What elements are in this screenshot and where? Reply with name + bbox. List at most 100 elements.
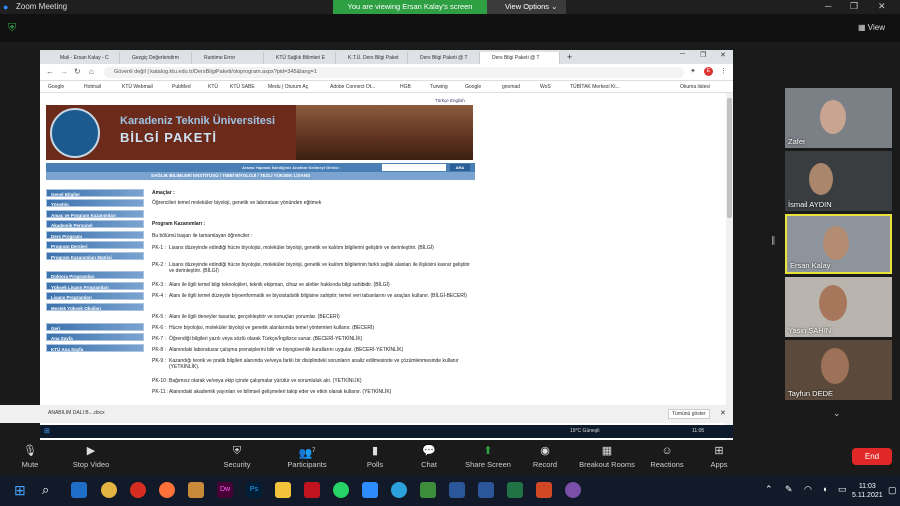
new-tab-icon[interactable]: + [567, 52, 572, 62]
end-meeting-button[interactable]: End [852, 448, 892, 465]
bookmark[interactable]: Medu | Oturum Aç [268, 84, 308, 90]
browser-tab[interactable]: Ders Bilgi Paketi @ T [408, 52, 480, 64]
maximize-icon[interactable]: ❐ [850, 1, 858, 12]
url-input[interactable]: Güvenli değil | katalog.ktu.edu.tr/DersB… [104, 67, 684, 78]
shield-icon[interactable]: ⛨ [8, 22, 16, 35]
notifications-icon[interactable]: ▢ [888, 485, 897, 496]
page-scrollbar[interactable] [726, 93, 733, 440]
powerpoint-icon[interactable] [536, 482, 552, 498]
browser-tab[interactable]: K.T.Ü. Ders Bilgi Paket [336, 52, 408, 64]
opera-icon[interactable] [130, 482, 146, 498]
excel-icon[interactable] [507, 482, 523, 498]
participant-tile[interactable]: İsmail AYDIN [785, 151, 892, 211]
app-icon[interactable] [565, 482, 581, 498]
view-options-button[interactable]: View Options ⌄ [487, 0, 566, 14]
polls-button[interactable]: ▮ Polls [350, 442, 400, 469]
mute-button[interactable]: 🎙 Mute [5, 442, 55, 469]
windows-start-icon[interactable]: ⊞ [14, 482, 26, 499]
profile-avatar[interactable]: E [704, 67, 713, 76]
sidebar-item[interactable]: Yönetim [46, 199, 144, 207]
bookmark[interactable]: KTÜ Webmail [122, 84, 153, 90]
system-clock[interactable]: 11:03 5.11.2021 [852, 482, 883, 500]
bookmark[interactable]: Adobe Connect Ot... [330, 84, 375, 90]
chrome-icon[interactable] [101, 482, 117, 498]
reload-icon[interactable]: ↻ [74, 67, 81, 76]
sidebar-item[interactable]: Amaç ve Program Kazanımları [46, 210, 144, 218]
language-links[interactable]: Türkçe English [435, 98, 465, 103]
participant-tile-active-speaker[interactable]: Ersan Kalay [785, 214, 892, 274]
bookmark[interactable]: TÜBİTAK Merkezi Ki... [570, 84, 620, 90]
bookmark[interactable]: KTÜ [208, 84, 218, 90]
security-button[interactable]: ⛨ Security [212, 442, 262, 469]
split-handle-icon[interactable]: ∥ [771, 235, 776, 246]
share-screen-button[interactable]: ⬆ Share Screen [462, 442, 514, 469]
bookmark[interactable]: WoS [540, 84, 551, 90]
participant-tile[interactable]: Yasin ŞAHİN [785, 277, 892, 337]
sidebar-item[interactable]: Lisans Programları [46, 292, 144, 300]
browser-tab[interactable]: KTÜ Sağlık Bilimleri E [264, 52, 336, 64]
participant-tile[interactable]: Tayfun DEDE [785, 340, 892, 400]
bookmark[interactable]: KTÜ SABE [230, 84, 255, 90]
sidebar-item[interactable]: Akademik Personel [46, 220, 144, 228]
participant-tile[interactable]: Zafer [785, 88, 892, 148]
scroll-thumb[interactable] [727, 98, 732, 218]
bookmark[interactable]: PubMed [172, 84, 191, 90]
battery-icon[interactable]: ▭ [838, 484, 847, 495]
whatsapp-icon[interactable] [333, 482, 349, 498]
bookmark[interactable]: Hotmail [84, 84, 101, 90]
participants-button[interactable]: 👥7 Participants [282, 442, 332, 469]
zoom-icon[interactable] [362, 482, 378, 498]
sidebar-item[interactable]: KTÜ Ana Sayfa [46, 344, 144, 352]
close-downloads-icon[interactable]: ✕ [720, 409, 726, 417]
browser-tab-active[interactable]: Ders Bilgi Paketi @ T [480, 52, 560, 64]
telegram-icon[interactable] [391, 482, 407, 498]
pen-icon[interactable]: ✎ [785, 484, 793, 495]
home-icon[interactable]: ⌂ [89, 67, 94, 76]
wifi-icon[interactable]: ◠ [804, 484, 812, 495]
stop-video-button[interactable]: ▶ Stop Video [66, 442, 116, 469]
folder-icon[interactable] [275, 482, 291, 498]
minimize-icon[interactable]: ─ [680, 51, 685, 58]
browser-tab[interactable]: Mail - Ersan Kalay - C [48, 52, 120, 64]
extensions-icon[interactable]: ✦ [690, 67, 696, 75]
view-button[interactable]: ▦ View [858, 23, 885, 32]
sidebar-item[interactable]: Program Kazanımları Matrisi [46, 252, 144, 260]
firefox-icon[interactable] [159, 482, 175, 498]
browser-tab[interactable]: Gezgiç Değerlendirm [120, 52, 192, 64]
close-icon[interactable]: ✕ [878, 1, 886, 12]
minimize-icon[interactable]: ─ [825, 1, 831, 11]
sidebar-item[interactable]: Ders Programı [46, 231, 144, 239]
close-icon[interactable]: ✕ [720, 51, 726, 59]
app-icon[interactable] [188, 482, 204, 498]
bookmark[interactable]: Turwing [430, 84, 448, 90]
app-icon[interactable] [420, 482, 436, 498]
sidebar-item[interactable]: Geri [46, 323, 144, 331]
word-icon[interactable] [449, 482, 465, 498]
photoshop-icon[interactable]: Ps [246, 482, 262, 498]
bookmark[interactable]: Google [48, 84, 64, 90]
sidebar-item[interactable]: Meslek Yüksek Okulları [46, 303, 144, 311]
download-item[interactable]: ANABİLİM DALI B....docx [48, 410, 128, 419]
reactions-button[interactable]: ☺ Reactions [642, 442, 692, 469]
volume-icon[interactable]: ◖ [822, 484, 827, 494]
bookmark[interactable]: Google [465, 84, 481, 90]
dreamweaver-icon[interactable]: Dw [217, 482, 233, 498]
breakout-rooms-button[interactable]: ▦ Breakout Rooms [576, 442, 638, 469]
search-button[interactable]: ARA [450, 164, 470, 171]
sidebar-item[interactable]: Program Dersleri [46, 241, 144, 249]
reading-list[interactable]: Okuma listesi [680, 84, 710, 90]
bookmark[interactable]: gnomad [502, 84, 520, 90]
menu-icon[interactable]: ⋮ [720, 67, 727, 75]
maximize-icon[interactable]: ❐ [700, 51, 706, 59]
sidebar-item[interactable]: Doktora Programları [46, 271, 144, 279]
apps-button[interactable]: ⊞ Apps [694, 442, 744, 469]
chevron-up-icon[interactable]: ⌃ [765, 484, 773, 495]
bookmark[interactable]: HGB [400, 84, 411, 90]
chevron-down-icon[interactable]: ⌄ [833, 408, 841, 419]
word-icon[interactable] [478, 482, 494, 498]
mail-icon[interactable] [71, 482, 87, 498]
search-input[interactable] [382, 164, 446, 171]
search-icon[interactable]: ⌕ [42, 482, 49, 498]
back-icon[interactable]: ← [46, 67, 54, 76]
chat-button[interactable]: 💬 Chat [404, 442, 454, 469]
